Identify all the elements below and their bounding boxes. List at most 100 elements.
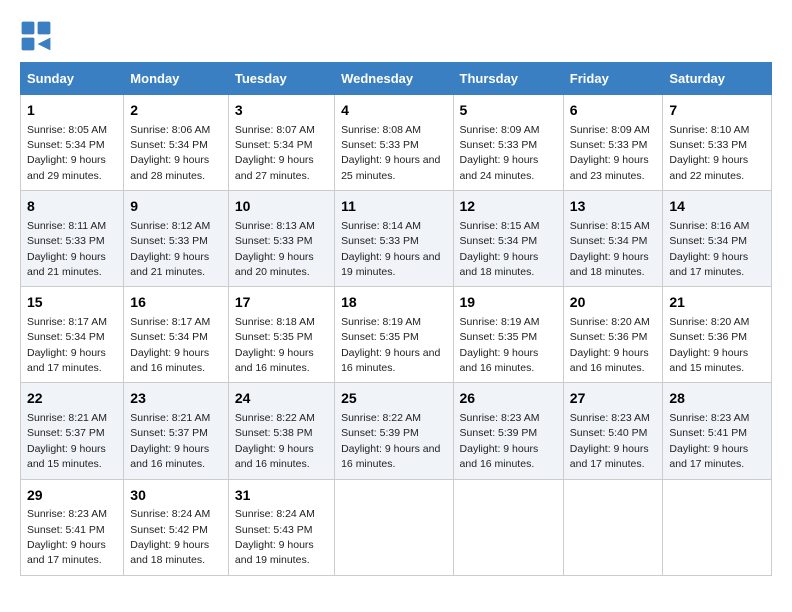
- daylight-text: Daylight: 9 hours and 16 minutes.: [130, 347, 209, 374]
- sunrise-text: Sunrise: 8:23 AM: [669, 412, 749, 424]
- sunset-text: Sunset: 5:34 PM: [235, 139, 313, 151]
- day-number: 10: [235, 197, 328, 217]
- sunrise-text: Sunrise: 8:10 AM: [669, 124, 749, 136]
- calendar-cell: 28Sunrise: 8:23 AMSunset: 5:41 PMDayligh…: [663, 383, 772, 479]
- sunrise-text: Sunrise: 8:24 AM: [235, 508, 315, 520]
- daylight-text: Daylight: 9 hours and 16 minutes.: [570, 347, 649, 374]
- logo: [20, 20, 56, 52]
- sunset-text: Sunset: 5:34 PM: [27, 139, 105, 151]
- daylight-text: Daylight: 9 hours and 16 minutes.: [130, 443, 209, 470]
- daylight-text: Daylight: 9 hours and 17 minutes.: [27, 539, 106, 566]
- sunrise-text: Sunrise: 8:07 AM: [235, 124, 315, 136]
- day-number: 7: [669, 101, 765, 121]
- sunset-text: Sunset: 5:35 PM: [235, 331, 313, 343]
- day-number: 16: [130, 293, 222, 313]
- sunrise-text: Sunrise: 8:17 AM: [27, 316, 107, 328]
- daylight-text: Daylight: 9 hours and 18 minutes.: [570, 251, 649, 278]
- day-number: 5: [460, 101, 557, 121]
- daylight-text: Daylight: 9 hours and 18 minutes.: [130, 539, 209, 566]
- day-number: 6: [570, 101, 657, 121]
- sunrise-text: Sunrise: 8:17 AM: [130, 316, 210, 328]
- page-header: [20, 20, 772, 52]
- sunset-text: Sunset: 5:34 PM: [130, 139, 208, 151]
- sunset-text: Sunset: 5:42 PM: [130, 524, 208, 536]
- sunset-text: Sunset: 5:34 PM: [570, 235, 648, 247]
- calendar-cell: [335, 479, 453, 575]
- sunrise-text: Sunrise: 8:15 AM: [570, 220, 650, 232]
- sunset-text: Sunset: 5:39 PM: [460, 427, 538, 439]
- daylight-text: Daylight: 9 hours and 21 minutes.: [27, 251, 106, 278]
- calendar-cell: 14Sunrise: 8:16 AMSunset: 5:34 PMDayligh…: [663, 191, 772, 287]
- day-number: 29: [27, 486, 117, 506]
- calendar-cell: 22Sunrise: 8:21 AMSunset: 5:37 PMDayligh…: [21, 383, 124, 479]
- calendar-cell: [453, 479, 563, 575]
- day-number: 15: [27, 293, 117, 313]
- sunrise-text: Sunrise: 8:20 AM: [570, 316, 650, 328]
- sunset-text: Sunset: 5:41 PM: [669, 427, 747, 439]
- daylight-text: Daylight: 9 hours and 29 minutes.: [27, 154, 106, 181]
- sunset-text: Sunset: 5:36 PM: [669, 331, 747, 343]
- sunset-text: Sunset: 5:34 PM: [460, 235, 538, 247]
- header-day-friday: Friday: [563, 63, 663, 95]
- day-number: 25: [341, 389, 446, 409]
- calendar-cell: 4Sunrise: 8:08 AMSunset: 5:33 PMDaylight…: [335, 95, 453, 191]
- sunset-text: Sunset: 5:41 PM: [27, 524, 105, 536]
- header-day-sunday: Sunday: [21, 63, 124, 95]
- sunrise-text: Sunrise: 8:06 AM: [130, 124, 210, 136]
- day-number: 8: [27, 197, 117, 217]
- day-number: 1: [27, 101, 117, 121]
- calendar-cell: 12Sunrise: 8:15 AMSunset: 5:34 PMDayligh…: [453, 191, 563, 287]
- header-day-thursday: Thursday: [453, 63, 563, 95]
- day-number: 13: [570, 197, 657, 217]
- sunset-text: Sunset: 5:35 PM: [460, 331, 538, 343]
- daylight-text: Daylight: 9 hours and 17 minutes.: [669, 251, 748, 278]
- day-number: 18: [341, 293, 446, 313]
- day-number: 17: [235, 293, 328, 313]
- sunset-text: Sunset: 5:33 PM: [341, 235, 419, 247]
- calendar-cell: 29Sunrise: 8:23 AMSunset: 5:41 PMDayligh…: [21, 479, 124, 575]
- daylight-text: Daylight: 9 hours and 28 minutes.: [130, 154, 209, 181]
- day-number: 30: [130, 486, 222, 506]
- daylight-text: Daylight: 9 hours and 25 minutes.: [341, 154, 440, 181]
- week-row-4: 22Sunrise: 8:21 AMSunset: 5:37 PMDayligh…: [21, 383, 772, 479]
- day-number: 20: [570, 293, 657, 313]
- sunrise-text: Sunrise: 8:15 AM: [460, 220, 540, 232]
- sunset-text: Sunset: 5:39 PM: [341, 427, 419, 439]
- sunrise-text: Sunrise: 8:21 AM: [130, 412, 210, 424]
- sunset-text: Sunset: 5:33 PM: [235, 235, 313, 247]
- sunrise-text: Sunrise: 8:12 AM: [130, 220, 210, 232]
- daylight-text: Daylight: 9 hours and 17 minutes.: [669, 443, 748, 470]
- daylight-text: Daylight: 9 hours and 23 minutes.: [570, 154, 649, 181]
- sunset-text: Sunset: 5:35 PM: [341, 331, 419, 343]
- daylight-text: Daylight: 9 hours and 24 minutes.: [460, 154, 539, 181]
- sunrise-text: Sunrise: 8:24 AM: [130, 508, 210, 520]
- sunrise-text: Sunrise: 8:21 AM: [27, 412, 107, 424]
- sunset-text: Sunset: 5:33 PM: [341, 139, 419, 151]
- sunset-text: Sunset: 5:38 PM: [235, 427, 313, 439]
- sunset-text: Sunset: 5:33 PM: [460, 139, 538, 151]
- sunrise-text: Sunrise: 8:19 AM: [341, 316, 421, 328]
- calendar-cell: 6Sunrise: 8:09 AMSunset: 5:33 PMDaylight…: [563, 95, 663, 191]
- daylight-text: Daylight: 9 hours and 15 minutes.: [27, 443, 106, 470]
- sunrise-text: Sunrise: 8:09 AM: [570, 124, 650, 136]
- calendar-cell: 7Sunrise: 8:10 AMSunset: 5:33 PMDaylight…: [663, 95, 772, 191]
- sunrise-text: Sunrise: 8:09 AM: [460, 124, 540, 136]
- daylight-text: Daylight: 9 hours and 16 minutes.: [235, 347, 314, 374]
- calendar-cell: 2Sunrise: 8:06 AMSunset: 5:34 PMDaylight…: [124, 95, 229, 191]
- calendar-cell: 21Sunrise: 8:20 AMSunset: 5:36 PMDayligh…: [663, 287, 772, 383]
- day-number: 21: [669, 293, 765, 313]
- logo-icon: [20, 20, 52, 52]
- day-number: 26: [460, 389, 557, 409]
- week-row-1: 1Sunrise: 8:05 AMSunset: 5:34 PMDaylight…: [21, 95, 772, 191]
- calendar-cell: 30 Sunrise: 8:24 AM Sunset: 5:42 PM Dayligh…: [124, 479, 229, 575]
- sunrise-text: Sunrise: 8:16 AM: [669, 220, 749, 232]
- calendar-cell: 18Sunrise: 8:19 AMSunset: 5:35 PMDayligh…: [335, 287, 453, 383]
- daylight-text: Daylight: 9 hours and 16 minutes.: [235, 443, 314, 470]
- daylight-text: Daylight: 9 hours and 22 minutes.: [669, 154, 748, 181]
- day-number: 27: [570, 389, 657, 409]
- day-number: 24: [235, 389, 328, 409]
- header-day-monday: Monday: [124, 63, 229, 95]
- header-day-wednesday: Wednesday: [335, 63, 453, 95]
- calendar-cell: 15Sunrise: 8:17 AMSunset: 5:34 PMDayligh…: [21, 287, 124, 383]
- daylight-text: Daylight: 9 hours and 19 minutes.: [341, 251, 440, 278]
